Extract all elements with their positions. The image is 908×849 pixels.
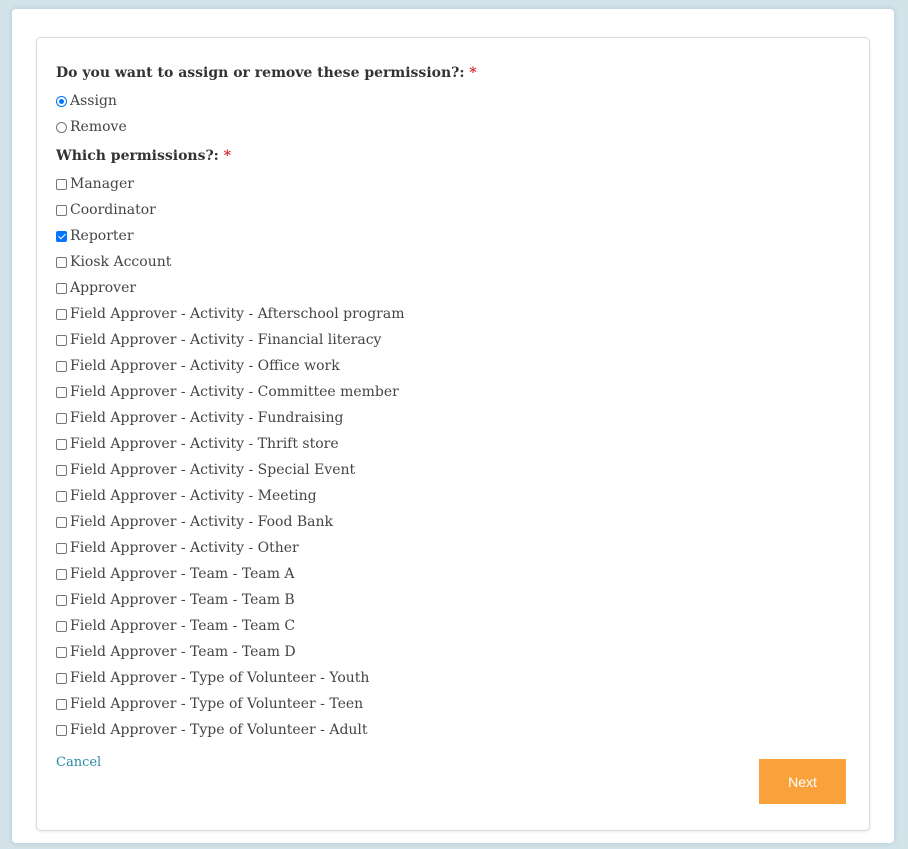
option-label: Field Approver - Team - Team D (70, 644, 296, 660)
option-label: Field Approver - Activity - Special Even… (70, 462, 356, 478)
checkbox[interactable] (56, 464, 67, 476)
option-label: Kiosk Account (70, 254, 172, 270)
checkbox[interactable] (56, 360, 67, 372)
radio-button[interactable] (56, 95, 67, 107)
option-label: Field Approver - Type of Volunteer - You… (70, 670, 370, 686)
permissions-question-text: Which permissions?: (56, 148, 219, 164)
permission-option[interactable]: Field Approver - Activity - Food Bank (56, 509, 846, 535)
option-label: Field Approver - Activity - Committee me… (70, 384, 399, 400)
checkbox[interactable] (56, 620, 67, 632)
option-label: Field Approver - Activity - Afterschool … (70, 306, 405, 322)
checkbox[interactable] (56, 490, 67, 502)
option-label: Field Approver - Activity - Office work (70, 358, 340, 374)
checkbox[interactable] (56, 308, 67, 320)
checkbox[interactable] (56, 230, 67, 242)
permission-options: Manager Coordinator Reporter Kiosk Account A… (56, 171, 846, 743)
assign-options: Assign Remove (56, 88, 846, 140)
permission-option[interactable]: Field Approver - Team - Team B (56, 587, 846, 613)
checkbox[interactable] (56, 568, 67, 580)
permission-option[interactable]: Field Approver - Activity - Meeting (56, 483, 846, 509)
option-label: Coordinator (70, 202, 156, 218)
option-label: Field Approver - Activity - Thrift store (70, 436, 339, 452)
permission-option[interactable]: Field Approver - Activity - Fundraising (56, 405, 846, 431)
checkbox[interactable] (56, 334, 67, 346)
page-panel: Do you want to assign or remove these pe… (12, 9, 894, 843)
required-marker: * (223, 148, 232, 164)
checkbox[interactable] (56, 438, 67, 450)
permission-option[interactable]: Field Approver - Team - Team C (56, 613, 846, 639)
checkbox[interactable] (56, 178, 67, 190)
permissions-form-card: Do you want to assign or remove these pe… (36, 37, 870, 831)
permission-option[interactable]: Field Approver - Type of Volunteer - Adu… (56, 717, 846, 743)
checkbox[interactable] (56, 594, 67, 606)
option-label: Assign (70, 93, 117, 109)
permission-option[interactable]: Coordinator (56, 197, 846, 223)
assign-question-text: Do you want to assign or remove these pe… (56, 65, 465, 81)
option-label: Field Approver - Team - Team B (70, 592, 295, 608)
form-content: Do you want to assign or remove these pe… (56, 64, 846, 805)
cancel-link[interactable]: Cancel (56, 755, 101, 770)
option-label: Field Approver - Type of Volunteer - Adu… (70, 722, 368, 738)
option-label: Field Approver - Activity - Fundraising (70, 410, 344, 426)
option-label: Field Approver - Activity - Meeting (70, 488, 317, 504)
permission-option[interactable]: Reporter (56, 223, 846, 249)
permission-option[interactable]: Field Approver - Activity - Financial li… (56, 327, 846, 353)
radio-option[interactable]: Remove (56, 114, 846, 140)
permission-option[interactable]: Approver (56, 275, 846, 301)
permission-option[interactable]: Field Approver - Activity - Committee me… (56, 379, 846, 405)
option-label: Approver (70, 280, 137, 296)
form-footer: Cancel Next (56, 755, 846, 805)
option-label: Field Approver - Activity - Financial li… (70, 332, 382, 348)
checkbox[interactable] (56, 542, 67, 554)
option-label: Field Approver - Type of Volunteer - Tee… (70, 696, 364, 712)
radio-option[interactable]: Assign (56, 88, 846, 114)
required-marker: * (469, 65, 477, 81)
permission-option[interactable]: Field Approver - Team - Team D (56, 639, 846, 665)
permission-option[interactable]: Field Approver - Activity - Office work (56, 353, 846, 379)
checkbox[interactable] (56, 412, 67, 424)
checkbox[interactable] (56, 646, 67, 658)
assign-question-label: Do you want to assign or remove these pe… (56, 64, 846, 82)
checkbox[interactable] (56, 282, 67, 294)
option-label: Field Approver - Team - Team C (70, 618, 296, 634)
permission-option[interactable]: Field Approver - Activity - Other (56, 535, 846, 561)
checkbox[interactable] (56, 724, 67, 736)
checkbox[interactable] (56, 256, 67, 268)
checkbox[interactable] (56, 516, 67, 528)
checkbox[interactable] (56, 698, 67, 710)
option-label: Remove (70, 119, 127, 135)
radio-button[interactable] (56, 121, 67, 133)
permission-option[interactable]: Field Approver - Team - Team A (56, 561, 846, 587)
checkbox[interactable] (56, 386, 67, 398)
permission-option[interactable]: Field Approver - Type of Volunteer - Tee… (56, 691, 846, 717)
permission-option[interactable]: Field Approver - Activity - Thrift store (56, 431, 846, 457)
permission-option[interactable]: Field Approver - Activity - Special Even… (56, 457, 846, 483)
permissions-question-label: Which permissions?: * (56, 147, 846, 165)
checkbox[interactable] (56, 204, 67, 216)
permission-option[interactable]: Kiosk Account (56, 249, 846, 275)
permission-option[interactable]: Manager (56, 171, 846, 197)
option-label: Field Approver - Activity - Food Bank (70, 514, 333, 530)
option-label: Field Approver - Team - Team A (70, 566, 295, 582)
permission-option[interactable]: Field Approver - Type of Volunteer - You… (56, 665, 846, 691)
option-label: Field Approver - Activity - Other (70, 540, 299, 556)
checkbox[interactable] (56, 672, 67, 684)
permission-option[interactable]: Field Approver - Activity - Afterschool … (56, 301, 846, 327)
next-button[interactable]: Next (759, 759, 846, 804)
option-label: Reporter (70, 228, 134, 244)
option-label: Manager (70, 176, 134, 192)
